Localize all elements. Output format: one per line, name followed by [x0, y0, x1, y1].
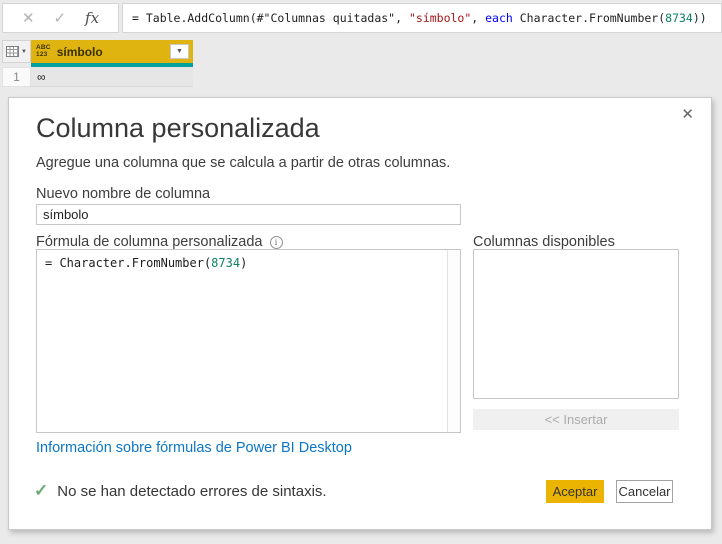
new-column-name-input[interactable]	[36, 204, 461, 225]
formula-bar-input[interactable]: = Table.AddColumn(#"Columnas quitadas", …	[122, 3, 722, 33]
type-icon-123: 123	[36, 50, 48, 58]
commit-formula-icon[interactable]: ✓	[53, 9, 66, 27]
custom-formula-label-text: Fórmula de columna personalizada	[36, 234, 263, 250]
formula-editor-scrollbar[interactable]	[447, 250, 460, 432]
formula-segment: Character.FromNumber(	[512, 11, 666, 25]
syntax-status-text: No se han detectado errores de sintaxis.	[57, 482, 327, 500]
custom-formula-editor[interactable]: = Character.FromNumber(8734)	[36, 249, 461, 433]
formula-segment: = Character.FromNumber(	[45, 256, 212, 270]
formula-segment-string: "símbolo"	[408, 11, 472, 25]
custom-formula-text: = Character.FromNumber(8734)	[45, 256, 247, 270]
cancel-formula-icon[interactable]: ✕	[22, 9, 35, 27]
table-grid-icon	[6, 46, 20, 57]
custom-formula-label: Fórmula de columna personalizada i	[36, 234, 283, 250]
column-filter-dropdown-button[interactable]: ▼	[170, 44, 189, 59]
formula-segment: ,	[471, 11, 486, 25]
formula-segment-keyword: each	[485, 11, 513, 25]
formula-segment: = Table.AddColumn(#"Columnas quitadas",	[132, 11, 409, 25]
formula-segment-number: 8734	[211, 256, 241, 270]
chevron-down-icon: ▼	[21, 48, 27, 55]
dialog-title: Columna personalizada	[36, 113, 320, 143]
formula-segment: )	[240, 256, 248, 270]
formula-segment-number: 8734	[665, 11, 693, 25]
info-icon[interactable]: i	[269, 235, 283, 249]
formula-segment: ))	[692, 11, 707, 25]
column-name: símbolo	[56, 44, 103, 59]
column-header-simbolo[interactable]: ABC 123 símbolo ▼	[31, 40, 193, 63]
insert-button[interactable]: << Insertar	[473, 409, 679, 430]
syntax-status: ✓ No se han detectado errores de sintaxi…	[34, 481, 327, 501]
table-cell-value[interactable]: ∞	[31, 67, 193, 87]
available-columns-label: Columnas disponibles	[473, 234, 615, 250]
custom-column-dialog: ✕ Columna personalizada Agregue una colu…	[8, 97, 712, 530]
available-columns-listbox[interactable]	[473, 249, 679, 399]
power-bi-formulas-link[interactable]: Información sobre fórmulas de Power BI D…	[36, 440, 352, 456]
close-icon[interactable]: ✕	[679, 103, 696, 125]
formula-bar-actions: ✕ ✓ fx	[2, 3, 119, 33]
new-column-name-label: Nuevo nombre de columna	[36, 186, 211, 202]
accept-button[interactable]: Aceptar	[546, 480, 604, 503]
check-icon: ✓	[34, 481, 49, 500]
dialog-subtitle: Agregue una columna que se calcula a par…	[36, 155, 451, 171]
table-menu-button[interactable]: ▼	[2, 40, 31, 63]
fx-icon[interactable]: fx	[85, 9, 99, 27]
row-number: 1	[2, 67, 31, 87]
cancel-button[interactable]: Cancelar	[616, 480, 673, 503]
column-type-icon[interactable]: ABC 123	[36, 44, 51, 58]
